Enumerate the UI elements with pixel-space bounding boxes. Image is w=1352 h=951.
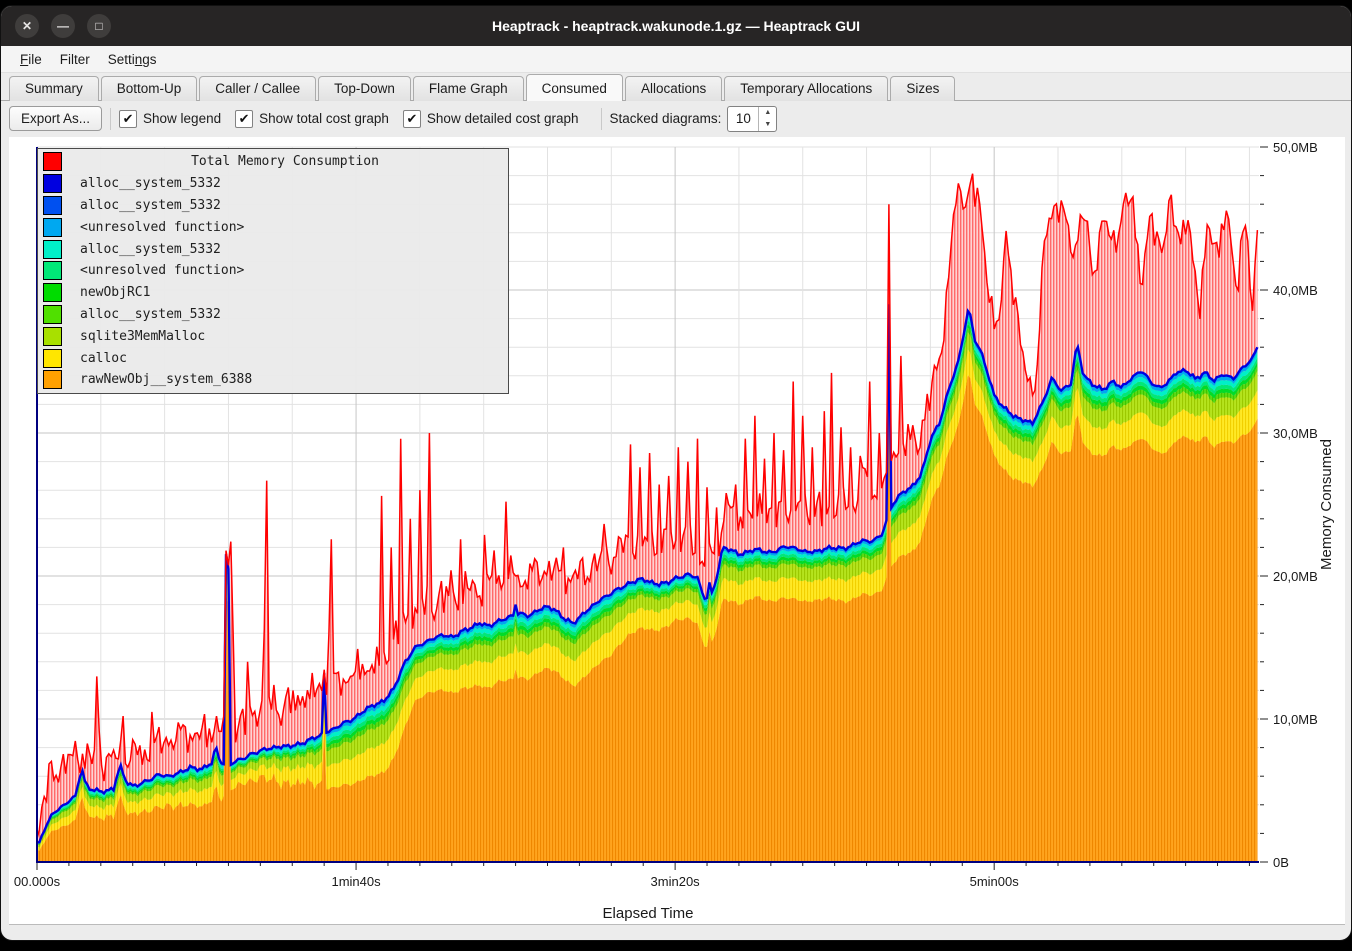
legend-swatch-icon bbox=[43, 196, 62, 215]
tab-sizes[interactable]: Sizes bbox=[890, 76, 955, 101]
legend-label: rawNewObj__system_6388 bbox=[80, 372, 252, 387]
legend-item: alloc__system_5332 bbox=[38, 195, 508, 217]
y-tick-label: 10,0MB bbox=[1273, 712, 1318, 727]
chart-legend: Total Memory Consumption alloc__system_53… bbox=[37, 148, 509, 394]
y-tick-label: 50,0MB bbox=[1273, 140, 1318, 155]
menu-file-accel: F bbox=[20, 52, 28, 67]
close-icon[interactable]: ✕ bbox=[15, 14, 39, 38]
menu-file-label: ile bbox=[28, 52, 42, 67]
tab-top-down[interactable]: Top-Down bbox=[318, 76, 411, 101]
y-tick-label: 20,0MB bbox=[1273, 569, 1318, 584]
legend-swatch-icon bbox=[43, 174, 62, 193]
tab-allocations[interactable]: Allocations bbox=[625, 76, 722, 101]
y-axis-title: Memory Consumed bbox=[1318, 439, 1335, 570]
legend-item: newObjRC1 bbox=[38, 282, 508, 304]
legend-item: <unresolved function> bbox=[38, 216, 508, 238]
checkbox-label: Show detailed cost graph bbox=[427, 111, 579, 126]
legend-swatch-icon bbox=[43, 240, 62, 259]
stacked-diagrams-control: Stacked diagrams: 10 ▲ ▼ bbox=[610, 106, 778, 132]
legend-swatch-icon bbox=[43, 305, 62, 324]
x-axis-title: Elapsed Time bbox=[603, 905, 694, 922]
toolbar-separator bbox=[601, 108, 602, 130]
y-tick-label: 40,0MB bbox=[1273, 283, 1318, 298]
x-tick-label: 3min20s bbox=[651, 874, 701, 889]
checkmark-icon: ✔ bbox=[403, 110, 421, 128]
checkmark-icon: ✔ bbox=[119, 110, 137, 128]
checkmark-icon: ✔ bbox=[235, 110, 253, 128]
checkbox-show-detailed-cost-graph[interactable]: ✔ Show detailed cost graph bbox=[403, 110, 579, 128]
x-tick-label: 1min40s bbox=[331, 874, 381, 889]
menu-settings[interactable]: Settings bbox=[99, 50, 166, 69]
memory-consumption-chart[interactable]: 00.000s 1min40s 3min20s 5min00s 0B 10,0MB 20,0… bbox=[9, 137, 1345, 925]
legend-label: alloc__system_5332 bbox=[80, 176, 221, 191]
spin-down-icon[interactable]: ▼ bbox=[759, 119, 776, 131]
menu-file[interactable]: File bbox=[11, 50, 51, 69]
tab-bar: SummaryBottom-UpCaller / CalleeTop-DownF… bbox=[1, 73, 1351, 101]
menu-settings-pre: Setti bbox=[108, 52, 135, 67]
menu-filter[interactable]: Filter bbox=[51, 50, 99, 69]
legend-swatch-icon bbox=[43, 349, 62, 368]
heaptrack-window: ✕ — □ Heaptrack - heaptrack.wakunode.1.g… bbox=[0, 5, 1352, 941]
maximize-icon[interactable]: □ bbox=[87, 14, 111, 38]
toolbar: Export As... ✔ Show legend ✔ Show total cos… bbox=[1, 101, 1351, 136]
legend-label: Total Memory Consumption bbox=[62, 154, 508, 169]
window-title: Heaptrack - heaptrack.wakunode.1.gz — He… bbox=[1, 18, 1351, 34]
legend-item: rawNewObj__system_6388 bbox=[38, 369, 508, 391]
toolbar-separator bbox=[110, 108, 111, 130]
spin-up-icon[interactable]: ▲ bbox=[759, 107, 776, 119]
tab-consumed[interactable]: Consumed bbox=[526, 74, 623, 101]
menu-filter-label: Filter bbox=[60, 52, 90, 67]
legend-label: calloc bbox=[80, 351, 127, 366]
menu-settings-post: gs bbox=[142, 52, 156, 67]
legend-item: alloc__system_5332 bbox=[38, 173, 508, 195]
legend-swatch-icon bbox=[43, 370, 62, 389]
legend-swatch-icon bbox=[43, 218, 62, 237]
legend-label: alloc__system_5332 bbox=[80, 242, 221, 257]
legend-label: <unresolved function> bbox=[80, 220, 244, 235]
menu-bar: File Filter Settings bbox=[1, 46, 1351, 73]
legend-swatch-icon bbox=[43, 283, 62, 302]
legend-label: <unresolved function> bbox=[80, 263, 244, 278]
x-tick-label: 00.000s bbox=[14, 874, 61, 889]
legend-label: newObjRC1 bbox=[80, 285, 150, 300]
tab-bottom-up[interactable]: Bottom-Up bbox=[101, 76, 198, 101]
tab-caller-callee[interactable]: Caller / Callee bbox=[199, 76, 316, 101]
tab-flame-graph[interactable]: Flame Graph bbox=[413, 76, 524, 101]
export-as-button[interactable]: Export As... bbox=[9, 106, 102, 131]
legend-label: sqlite3MemMalloc bbox=[80, 329, 205, 344]
stacked-diagrams-input[interactable]: 10 bbox=[728, 107, 758, 131]
title-bar: ✕ — □ Heaptrack - heaptrack.wakunode.1.g… bbox=[1, 6, 1351, 46]
checkbox-show-total-cost-graph[interactable]: ✔ Show total cost graph bbox=[235, 110, 389, 128]
tab-summary[interactable]: Summary bbox=[9, 76, 99, 101]
legend-swatch-icon bbox=[43, 152, 62, 171]
y-tick-label: 0B bbox=[1273, 855, 1289, 870]
legend-item: Total Memory Consumption bbox=[38, 151, 508, 173]
checkbox-label: Show total cost graph bbox=[259, 111, 389, 126]
y-tick-label: 30,0MB bbox=[1273, 426, 1318, 441]
legend-item: <unresolved function> bbox=[38, 260, 508, 282]
stacked-diagrams-label: Stacked diagrams: bbox=[610, 111, 722, 126]
x-tick-label: 5min00s bbox=[970, 874, 1020, 889]
legend-item: sqlite3MemMalloc bbox=[38, 325, 508, 347]
legend-item: calloc bbox=[38, 347, 508, 369]
checkbox-label: Show legend bbox=[143, 111, 221, 126]
tab-temporary-allocations[interactable]: Temporary Allocations bbox=[724, 76, 888, 101]
minimize-icon[interactable]: — bbox=[51, 14, 75, 38]
checkbox-show-legend[interactable]: ✔ Show legend bbox=[119, 110, 221, 128]
legend-swatch-icon bbox=[43, 261, 62, 280]
legend-item: alloc__system_5332 bbox=[38, 238, 508, 260]
legend-label: alloc__system_5332 bbox=[80, 307, 221, 322]
legend-item: alloc__system_5332 bbox=[38, 304, 508, 326]
legend-label: alloc__system_5332 bbox=[80, 198, 221, 213]
legend-swatch-icon bbox=[43, 327, 62, 346]
